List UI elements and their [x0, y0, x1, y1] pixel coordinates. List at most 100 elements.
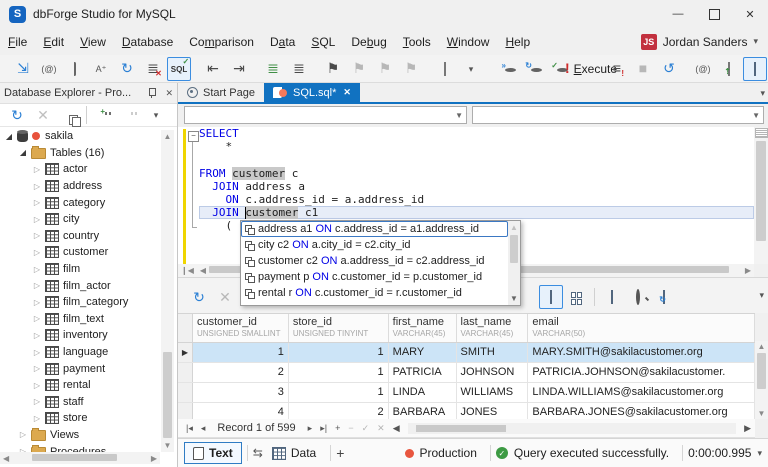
grid-cell[interactable]: 3 — [193, 383, 289, 402]
grid-view-icon[interactable] — [539, 285, 563, 309]
menu-data[interactable]: Data — [262, 31, 303, 53]
connect-database-icon[interactable]: » — [493, 57, 517, 81]
toggle-bookmark-icon[interactable]: ⚑ — [321, 57, 345, 81]
menu-window[interactable]: Window — [439, 31, 498, 53]
tree-item-film[interactable]: ▷ film — [0, 261, 160, 278]
expand-icon[interactable]: ▷ — [32, 248, 42, 257]
tree-item-views[interactable]: ▷ Views — [0, 427, 160, 444]
split-editor-handle[interactable] — [755, 128, 768, 138]
tree-item-store[interactable]: ▷ store — [0, 410, 160, 427]
connection-combobox[interactable]: ▼ — [184, 106, 467, 124]
grid-cell[interactable]: 1 — [289, 363, 389, 382]
expand-icon[interactable]: ▷ — [32, 298, 42, 307]
menu-tools[interactable]: Tools — [395, 31, 439, 53]
grid-cell[interactable]: MARY.SMITH@sakilacustomer.org — [528, 343, 755, 362]
menu-file[interactable]: File — [0, 31, 35, 53]
table-row[interactable]: 3 1 LINDA WILLIAMS LINDA.WILLIAMS@sakilacust… — [178, 383, 755, 403]
expand-icon[interactable]: ▷ — [32, 414, 42, 423]
collapse-icon[interactable]: ◢ — [4, 132, 14, 141]
completion-item[interactable]: rental r ON c.customer_id = r.customer_i… — [241, 285, 508, 301]
grid-hscroll-right-icon[interactable]: ▶ — [740, 423, 755, 434]
remove-formatting-icon[interactable]: ≣ ✕ — [141, 57, 165, 81]
menu-edit[interactable]: Edit — [35, 31, 72, 53]
column-visibility-icon[interactable] — [600, 285, 624, 309]
column-header-email[interactable]: email VARCHAR(50) — [528, 314, 755, 342]
grid-cell[interactable]: PATRICIA — [389, 363, 457, 382]
grid-cell[interactable]: MARY — [388, 343, 457, 362]
maximize-button[interactable] — [696, 0, 732, 28]
new-sql-icon[interactable] — [433, 57, 457, 81]
collapse-icon[interactable]: ◢ — [18, 148, 28, 157]
data-view-tab[interactable]: Data — [263, 442, 325, 464]
expand-icon[interactable]: ▷ — [32, 314, 42, 323]
tree-item-tables-16-[interactable]: ◢ Tables (16) — [0, 145, 160, 162]
tree-item-film-text[interactable]: ▷ film_text — [0, 311, 160, 328]
next-record-button[interactable]: ▸ — [304, 423, 317, 434]
menu-view[interactable]: View — [72, 31, 114, 53]
tree-item-actor[interactable]: ▷ actor — [0, 161, 160, 178]
outdent-icon[interactable]: ⇤ — [201, 57, 225, 81]
add-view-button[interactable]: + — [336, 445, 344, 461]
indent-icon[interactable]: ⇥ — [227, 57, 251, 81]
close-panel-icon[interactable]: ✕ — [165, 88, 173, 99]
auto-refresh-grid-icon[interactable]: ↻ — [652, 285, 676, 309]
refresh-icon[interactable]: ↻ — [115, 57, 139, 81]
change-case-icon[interactable]: A⁺ — [89, 57, 113, 81]
grid-cell[interactable]: 2 — [193, 363, 289, 382]
execute-button[interactable]: ! Execute — [565, 57, 617, 81]
pin-icon[interactable] — [147, 88, 157, 98]
grid-cell[interactable]: LINDA.WILLIAMS@sakilacustomer.org — [528, 383, 755, 402]
tree-item-payment[interactable]: ▷ payment — [0, 360, 160, 377]
code-line[interactable] — [199, 153, 754, 166]
user-menu[interactable]: JS Jordan Sanders ▾ — [640, 33, 768, 50]
grid-cell[interactable]: 1 — [289, 383, 389, 402]
expand-icon[interactable]: ▷ — [32, 364, 42, 373]
tree-item-language[interactable]: ▷ language — [0, 344, 160, 361]
tree-item-customer[interactable]: ▷ customer — [0, 244, 160, 261]
format-selection-icon[interactable]: ≣ — [287, 57, 311, 81]
first-record-button[interactable]: |◂ — [182, 423, 197, 434]
results-layout-icon[interactable] — [743, 56, 767, 81]
completion-item[interactable]: customer c2 ON a.address_id = c2.address… — [241, 253, 508, 269]
previous-record-button[interactable]: ◂ — [197, 423, 210, 434]
menu-database[interactable]: Database — [114, 31, 181, 53]
tree-item-category[interactable]: ▷ category — [0, 194, 160, 211]
find-in-grid-icon[interactable] — [626, 285, 650, 309]
explorer-vscrollbar[interactable]: ▲ ▼ — [161, 130, 174, 452]
editor-vscrollbar[interactable] — [754, 127, 768, 264]
column-header-last_name[interactable]: last_name VARCHAR(45) — [457, 314, 529, 342]
menu-debug[interactable]: Debug — [343, 31, 394, 53]
grid-hscroll-left-icon[interactable]: ◀ — [389, 423, 404, 434]
expand-icon[interactable]: ▷ — [32, 381, 42, 390]
grid-cell[interactable]: JOHNSON — [457, 363, 529, 382]
environment-label[interactable]: Production — [420, 446, 477, 460]
tree-item-inventory[interactable]: ▷ inventory — [0, 327, 160, 344]
completion-item[interactable]: address a1 ON c.address_id = a1.address_… — [241, 221, 508, 237]
column-header-store_id[interactable]: store_id UNSIGNED TINYINT — [289, 314, 389, 342]
menu-help[interactable]: Help — [497, 31, 538, 53]
explorer-hscrollbar[interactable]: ◀ ▶ — [0, 452, 160, 464]
execute-script-icon[interactable]: ≡! — [605, 57, 629, 81]
duplicate-icon[interactable] — [57, 103, 81, 127]
sql-syntax-check-icon[interactable]: SQL ✓ — [167, 56, 191, 81]
statusbar-overflow-icon[interactable]: ▾ — [757, 448, 762, 459]
menu-sql[interactable]: SQL — [303, 31, 343, 53]
export-script-icon[interactable]: ⇡ — [717, 57, 741, 81]
append-record-button[interactable]: + — [331, 423, 344, 434]
explorer-overflow-icon[interactable]: ▾ — [144, 103, 168, 127]
column-header-first_name[interactable]: first_name VARCHAR(45) — [389, 314, 457, 342]
database-combobox[interactable]: ▼ — [472, 106, 764, 124]
grid-vscrollbar[interactable]: ▲ ▼ — [755, 341, 768, 419]
refresh-icon[interactable]: ↻ — [5, 103, 29, 127]
last-record-button[interactable]: ▸| — [316, 423, 331, 434]
completion-item[interactable]: city c2 ON a.city_id = c2.city_id — [241, 237, 508, 253]
query-profiler-icon[interactable]: (@) — [691, 57, 715, 81]
new-sql-dropdown-icon[interactable]: ▾ — [459, 57, 483, 81]
code-line[interactable]: FROM customer c — [199, 166, 754, 180]
code-line[interactable]: ON c.address_id = a.address_id — [199, 193, 754, 206]
refresh-data-icon[interactable]: ↻ — [187, 285, 211, 309]
history-icon[interactable]: ↺ — [657, 57, 681, 81]
tab-start-page[interactable]: Start Page — [178, 83, 264, 102]
find-references-icon[interactable]: (@) — [37, 57, 61, 81]
new-connection-icon[interactable]: + — [92, 103, 116, 127]
